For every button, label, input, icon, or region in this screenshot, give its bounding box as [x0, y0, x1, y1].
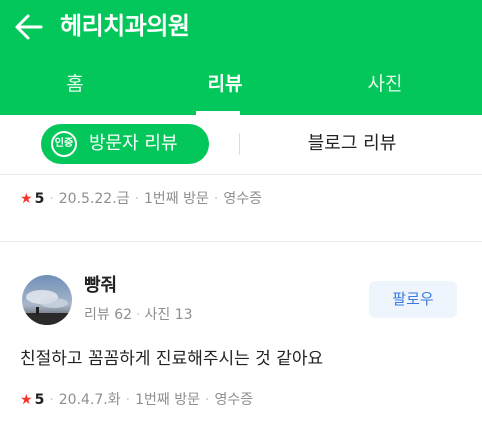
review-meta: ★ 5 · 20.4.7.화 · 1번째 방문 · 영수증: [20, 392, 254, 408]
page-title: 헤리치과의원: [60, 12, 190, 40]
reviewer-stats: 리뷰 62 · 사진 13: [84, 307, 193, 323]
app-header: 헤리치과의원: [0, 0, 482, 55]
review-text: 친절하고 꼼꼼하게 진료해주시는 것 같아요: [20, 349, 324, 369]
follow-button[interactable]: 팔로우: [369, 281, 457, 318]
blog-review-tab[interactable]: 블로그 리뷰: [282, 124, 422, 164]
arrow-left-icon[interactable]: [14, 13, 44, 41]
visitor-review-tab[interactable]: 인증 방문자 리뷰: [41, 124, 209, 164]
tab-photos[interactable]: 사진: [320, 55, 450, 115]
certified-badge-icon: 인증: [51, 131, 77, 157]
review-divider: [0, 241, 482, 242]
avatar[interactable]: [22, 275, 72, 325]
rating-value: 5: [34, 392, 45, 408]
tab-reviews[interactable]: 리뷰: [150, 55, 300, 115]
visit-date: 20.4.7.화: [58, 392, 121, 408]
tab-divider: [239, 133, 240, 155]
star-icon: ★: [20, 191, 33, 207]
review-count: 리뷰 62: [84, 307, 133, 323]
tab-home[interactable]: 홈: [0, 55, 150, 115]
visit-count: 1번째 방문: [144, 191, 209, 207]
visit-count: 1번째 방문: [135, 392, 200, 408]
visitor-review-label: 방문자 리뷰: [89, 133, 178, 154]
reviewer-name[interactable]: 빵줘: [84, 271, 117, 297]
rating-value: 5: [34, 191, 45, 207]
receipt-label: 영수증: [223, 191, 262, 207]
receipt-label: 영수증: [214, 392, 254, 408]
review-meta: ★ 5 · 20.5.22.금 · 1번째 방문 · 영수증: [20, 191, 262, 207]
main-tabs: 홈 리뷰 사진: [0, 55, 482, 115]
review-type-tabs: 인증 방문자 리뷰 블로그 리뷰: [0, 115, 482, 175]
visit-date: 20.5.22.금: [58, 191, 130, 207]
photo-count: 사진 13: [144, 307, 193, 323]
star-icon: ★: [20, 392, 33, 408]
